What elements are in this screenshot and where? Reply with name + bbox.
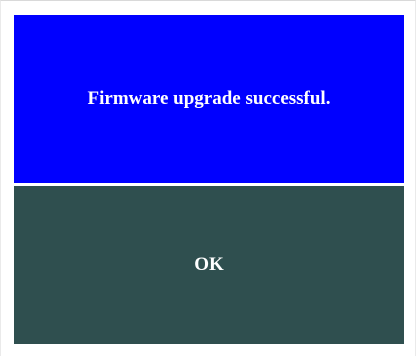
- firmware-dialog: Firmware upgrade successful. OK: [0, 0, 416, 356]
- ok-button-label: OK: [194, 254, 224, 275]
- status-message: Firmware upgrade successful.: [87, 88, 331, 109]
- ok-button[interactable]: OK: [14, 186, 404, 344]
- message-panel: Firmware upgrade successful.: [14, 15, 404, 183]
